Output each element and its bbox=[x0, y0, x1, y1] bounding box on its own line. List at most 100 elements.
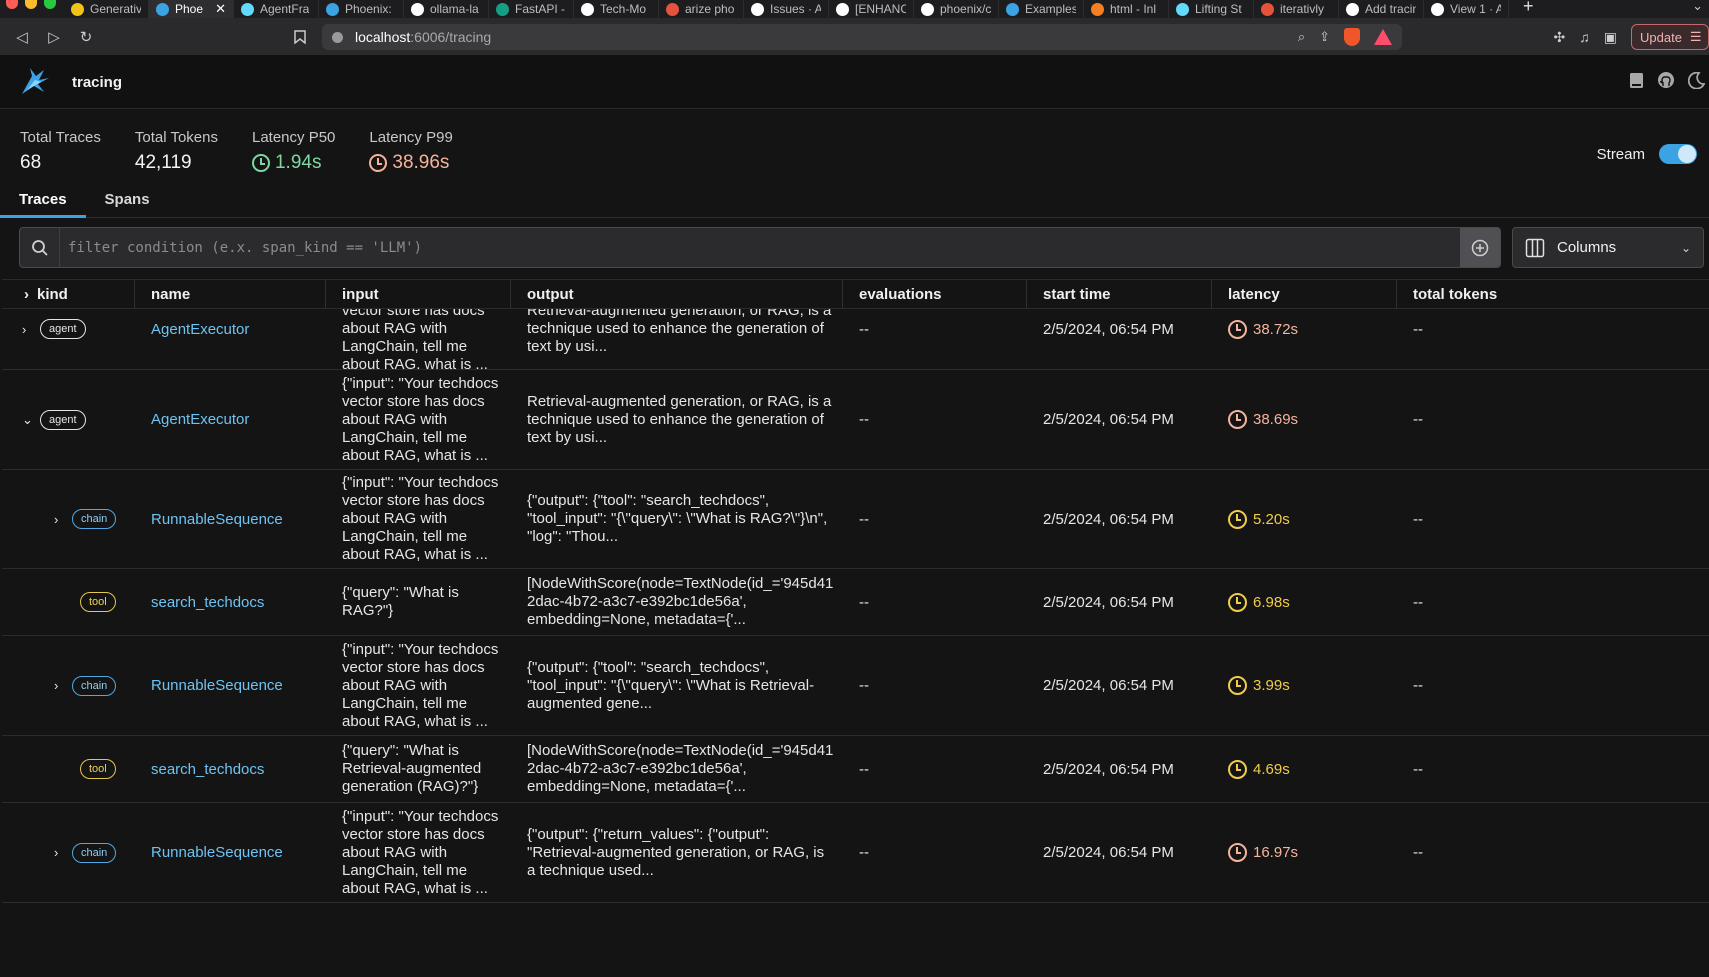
span-name-link[interactable]: RunnableSequence bbox=[151, 511, 283, 528]
app-title: tracing bbox=[72, 74, 123, 91]
tab-favicon-icon bbox=[751, 2, 764, 16]
phoenix-logo-icon[interactable] bbox=[18, 64, 52, 98]
browser-tab[interactable]: phoenix/c bbox=[914, 0, 999, 18]
total-tokens-value: -- bbox=[1413, 677, 1423, 694]
column-header-latency[interactable]: latency bbox=[1212, 280, 1397, 309]
close-window-button[interactable] bbox=[6, 0, 18, 9]
browser-tab[interactable]: [ENHANC bbox=[829, 0, 914, 18]
browser-tab[interactable]: Examples bbox=[999, 0, 1084, 18]
output-cell: [NodeWithScore(node=TextNode(id_='945d41… bbox=[511, 569, 843, 635]
span-name-link[interactable]: AgentExecutor bbox=[151, 321, 249, 338]
update-button[interactable]: Update ☰ bbox=[1631, 24, 1709, 50]
stat-label: Latency P99 bbox=[369, 129, 453, 146]
column-header-kind[interactable]: › kind bbox=[2, 280, 135, 309]
column-header-evaluations[interactable]: evaluations bbox=[843, 280, 1027, 309]
new-tab-button[interactable]: + bbox=[1509, 0, 1548, 15]
theme-toggle-moon-icon[interactable] bbox=[1687, 71, 1705, 89]
add-filter-button[interactable] bbox=[1460, 228, 1500, 267]
browser-tab[interactable]: Lifting St bbox=[1169, 0, 1254, 18]
latency-badge: 5.20s bbox=[1228, 509, 1290, 529]
total-tokens-cell: -- bbox=[1397, 569, 1709, 635]
column-header-output[interactable]: output bbox=[511, 280, 843, 309]
expand-all-chevron-icon[interactable]: › bbox=[24, 286, 29, 303]
clock-icon bbox=[1228, 676, 1247, 695]
expand-row-chevron-icon[interactable]: › bbox=[54, 512, 58, 527]
table-row[interactable]: › chain RunnableSequence {"input": "Your te… bbox=[2, 636, 1709, 736]
span-name-link[interactable]: AgentExecutor bbox=[151, 411, 249, 428]
browser-tab[interactable]: FastAPI - bbox=[489, 0, 574, 18]
kind-cell: › chain bbox=[2, 636, 135, 735]
share-icon[interactable]: ⇪ bbox=[1319, 29, 1330, 45]
app-header: tracing bbox=[0, 56, 1709, 109]
stat-label: Total Traces bbox=[20, 129, 101, 146]
media-icon[interactable]: ♫ bbox=[1579, 29, 1590, 45]
span-name-link[interactable]: search_techdocs bbox=[151, 761, 264, 778]
total-tokens-cell: -- bbox=[1397, 370, 1709, 469]
name-cell: RunnableSequence bbox=[135, 636, 326, 735]
tab-label: [ENHANC bbox=[855, 2, 906, 16]
expand-row-chevron-icon[interactable]: › bbox=[54, 845, 58, 860]
total-tokens-value: -- bbox=[1413, 510, 1423, 528]
tab-label: Tech-Mo bbox=[600, 2, 647, 16]
output-text: {"output": {"return_values": {"output": … bbox=[527, 825, 825, 879]
browser-tab[interactable]: html - Inl bbox=[1084, 0, 1169, 18]
columns-button[interactable]: Columns ⌄ bbox=[1512, 227, 1704, 268]
back-button[interactable]: ◁ bbox=[6, 21, 38, 53]
browser-tab[interactable]: Phoe ✕ bbox=[149, 0, 234, 18]
expand-row-chevron-icon[interactable]: › bbox=[54, 678, 58, 693]
browser-tab[interactable]: Phoenix: bbox=[319, 0, 404, 18]
sidebar-icon[interactable]: ▣ bbox=[1604, 29, 1617, 46]
url-bar[interactable]: localhost:6006/tracing ⌕ ⇪ bbox=[322, 24, 1402, 50]
extensions-icon[interactable]: ✣ bbox=[1554, 29, 1566, 46]
table-row[interactable]: ⌄ agent AgentExecutor {"input": "Your techd… bbox=[2, 370, 1709, 470]
expand-row-chevron-icon[interactable]: ⌄ bbox=[22, 412, 33, 428]
maximize-window-button[interactable] bbox=[44, 0, 56, 9]
browser-tab[interactable]: Tech-Mo bbox=[574, 0, 659, 18]
table-row[interactable]: tool search_techdocs {"query": "What is Re… bbox=[2, 736, 1709, 803]
tab-favicon-icon bbox=[71, 2, 84, 16]
column-header-total-tokens[interactable]: total tokens bbox=[1397, 280, 1709, 309]
stat-label: Total Tokens bbox=[134, 129, 218, 146]
span-name-link[interactable]: RunnableSequence bbox=[151, 844, 283, 861]
stream-toggle[interactable] bbox=[1659, 144, 1697, 164]
stat-label: Latency P50 bbox=[251, 129, 336, 146]
expand-row-chevron-icon[interactable]: › bbox=[22, 322, 26, 337]
browser-tab[interactable]: arize pho bbox=[659, 0, 744, 18]
column-header-start-time[interactable]: start time bbox=[1027, 280, 1212, 309]
browser-tabs: Generativ Phoe ✕ AgentFra Phoenix: ollama-la F… bbox=[64, 0, 1509, 18]
reload-button[interactable]: ↻ bbox=[70, 21, 102, 53]
browser-tab[interactable]: iterativly bbox=[1254, 0, 1339, 18]
table-row[interactable]: › chain RunnableSequence {"input": "Your te… bbox=[2, 470, 1709, 569]
tab-traces[interactable]: Traces bbox=[0, 188, 86, 218]
evaluations-cell: -- bbox=[843, 470, 1027, 568]
close-tab-icon[interactable]: ✕ bbox=[215, 1, 226, 17]
tab-spans[interactable]: Spans bbox=[86, 188, 169, 218]
forward-button[interactable]: ▷ bbox=[38, 21, 70, 53]
docs-icon[interactable] bbox=[1627, 71, 1645, 89]
stat-value: 68 bbox=[20, 152, 42, 173]
zoom-icon[interactable]: ⌕ bbox=[1298, 29, 1305, 45]
browser-tab[interactable]: AgentFra bbox=[234, 0, 319, 18]
browser-tab[interactable]: View 1 · A bbox=[1424, 0, 1509, 18]
table-row[interactable]: › chain RunnableSequence {"input": "Your te… bbox=[2, 803, 1709, 903]
tab-list-chevron-icon[interactable]: ⌄ bbox=[1692, 0, 1703, 14]
span-name-link[interactable]: RunnableSequence bbox=[151, 677, 283, 694]
browser-tab[interactable]: Generativ bbox=[64, 0, 149, 18]
minimize-window-button[interactable] bbox=[25, 0, 37, 9]
brave-rewards-icon[interactable] bbox=[1374, 29, 1392, 45]
evaluations-cell: -- bbox=[843, 636, 1027, 735]
bookmark-icon[interactable] bbox=[284, 21, 316, 53]
table-row[interactable]: tool search_techdocs {"query": "What is RA… bbox=[2, 569, 1709, 636]
column-header-name[interactable]: name bbox=[135, 280, 326, 309]
browser-tab[interactable]: Issues · A bbox=[744, 0, 829, 18]
browser-tab[interactable]: ollama-la bbox=[404, 0, 489, 18]
site-info-icon[interactable] bbox=[332, 31, 343, 43]
filter-condition-input[interactable] bbox=[60, 228, 1460, 267]
github-icon[interactable] bbox=[1657, 71, 1675, 89]
span-name-link[interactable]: search_techdocs bbox=[151, 594, 264, 611]
evaluations-value: -- bbox=[859, 760, 869, 778]
brave-shields-icon[interactable] bbox=[1344, 28, 1360, 46]
browser-tab[interactable]: Add tracin bbox=[1339, 0, 1424, 18]
column-header-input[interactable]: input bbox=[326, 280, 511, 309]
trace-stats: Total Traces 68 Total Tokens 42,119 Latency … bbox=[20, 129, 487, 174]
